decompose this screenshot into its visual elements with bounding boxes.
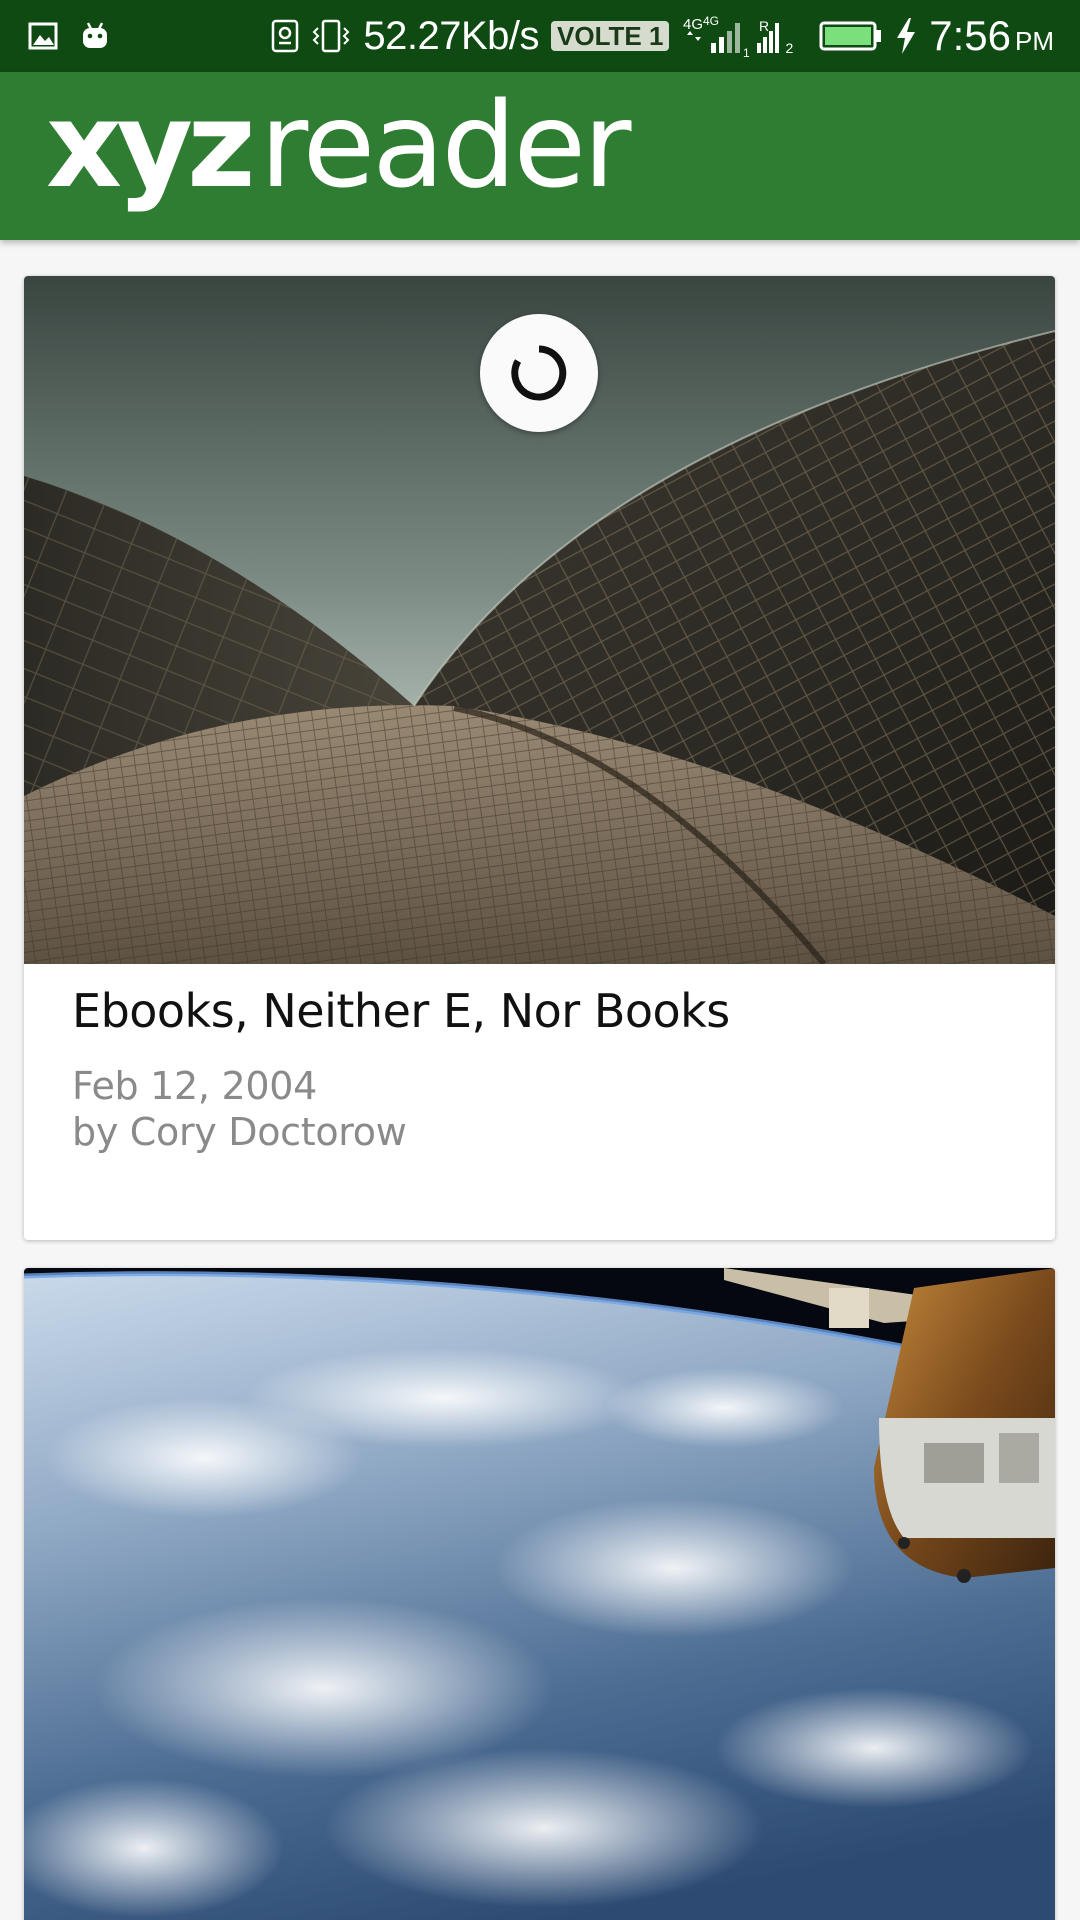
- clock-ampm: PM: [1015, 26, 1054, 56]
- roaming-label: R: [759, 18, 769, 34]
- battery-icon: [819, 20, 883, 52]
- article-card[interactable]: [24, 1268, 1055, 1920]
- article-date: Feb 12, 2004: [72, 1064, 317, 1108]
- vibrate-icon: [311, 18, 351, 54]
- signal-icon: 4G 4G 1 R: [681, 13, 781, 59]
- article-list[interactable]: Ebooks, Neither E, Nor Books Feb 12, 200…: [0, 240, 1080, 1920]
- refresh-spinner: [480, 314, 598, 432]
- earth-from-orbit-with-space-station-photo: [24, 1268, 1055, 1920]
- article-author: by Cory Doctorow: [72, 1110, 407, 1154]
- article-title[interactable]: Ebooks, Neither E, Nor Books: [72, 984, 1007, 1038]
- charging-icon: [895, 17, 917, 55]
- image-notification-icon: [28, 22, 58, 50]
- article-meta: Ebooks, Neither E, Nor Books Feb 12, 200…: [72, 984, 1007, 1154]
- clock-time: 7:56: [929, 12, 1011, 59]
- app-bar: xyzreader: [0, 72, 1080, 240]
- sim1-label: 1: [743, 46, 750, 59]
- network-speed: 52.27Kb/s: [363, 13, 540, 58]
- logo-bold-text: xyz: [46, 76, 256, 214]
- lock-screen-icon: [271, 19, 299, 53]
- refresh-spinner-icon: [511, 345, 567, 401]
- volte-badge: VOLTE 1: [551, 21, 670, 51]
- clock: 7:56 PM: [929, 12, 1054, 60]
- article-thumbnail[interactable]: [24, 1268, 1055, 1920]
- sim2-label: 2: [785, 40, 794, 56]
- android-icon: [80, 21, 110, 51]
- app-logo: xyzreader: [46, 86, 632, 205]
- network-type-label-2: 4G: [703, 14, 719, 28]
- network-type-label: 4G: [683, 16, 703, 33]
- logo-light-text: reader: [259, 76, 632, 214]
- status-bar: 52.27Kb/s VOLTE 1 4G 4G 1 R 2 7:56 PM: [0, 0, 1080, 72]
